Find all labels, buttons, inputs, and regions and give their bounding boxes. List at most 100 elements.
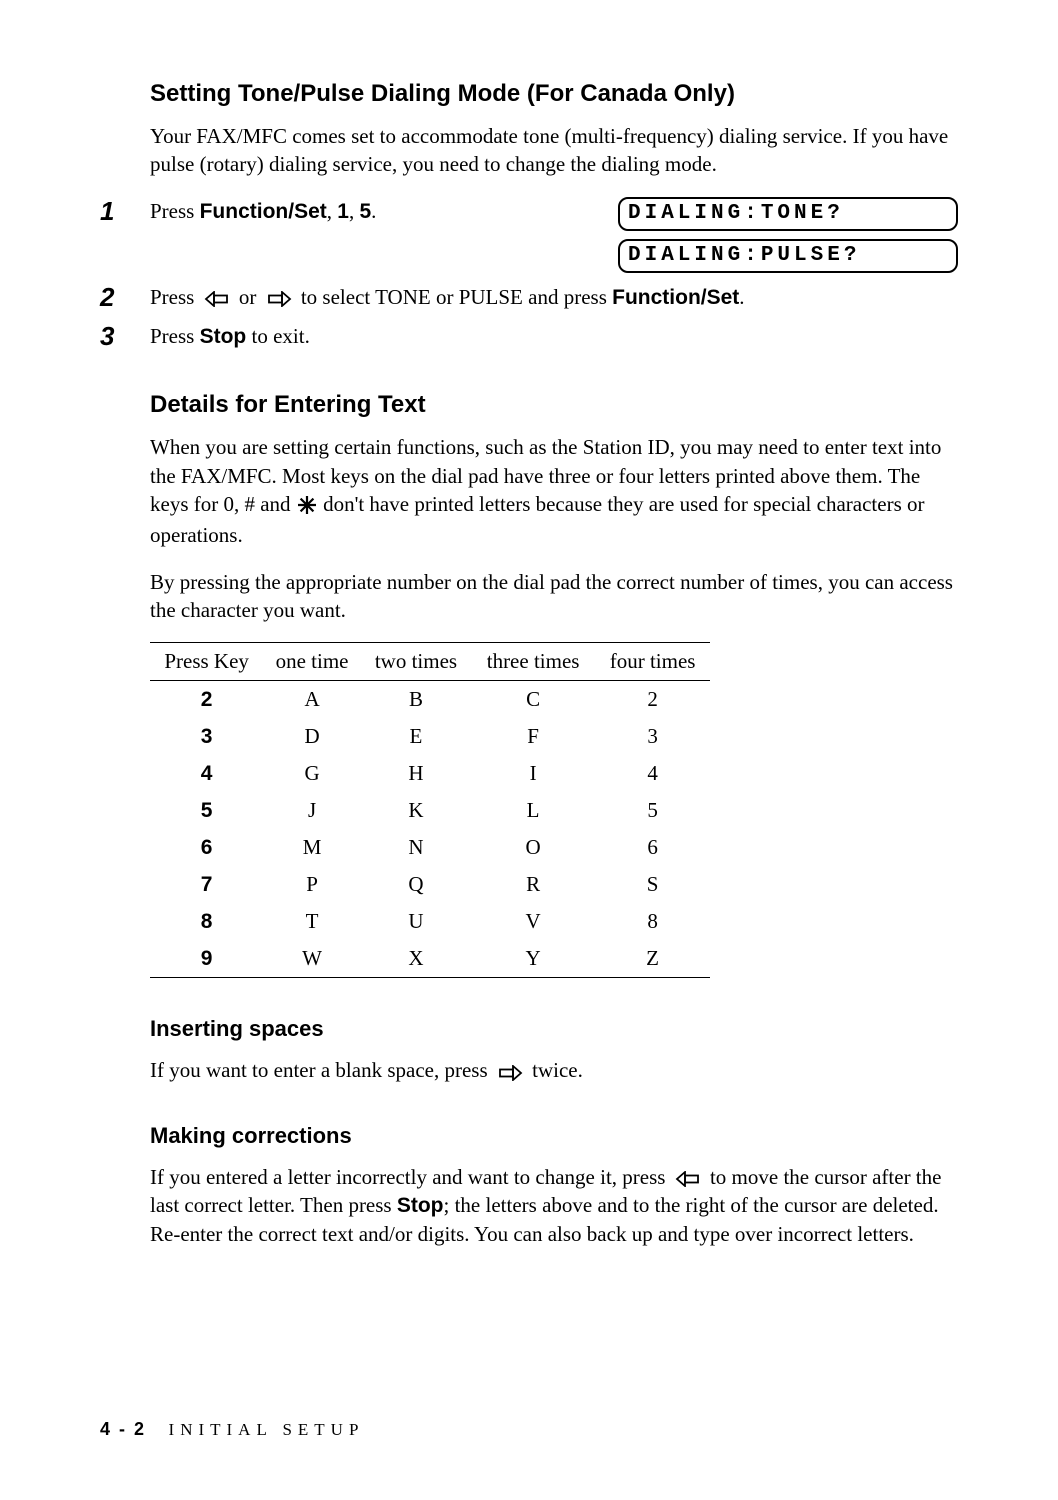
step-1: 1 Press Function/Set, 1, 5. DIALING:TONE… bbox=[100, 197, 958, 273]
table-row: 9WXYZ bbox=[150, 940, 710, 978]
section-making-corrections: Making corrections If you entered a lett… bbox=[150, 1123, 958, 1249]
char-cell: K bbox=[361, 792, 471, 829]
text: . bbox=[739, 285, 744, 309]
char-cell: A bbox=[263, 681, 361, 719]
press-key-cell: 7 bbox=[150, 866, 263, 903]
text: to select TONE or PULSE and press bbox=[301, 285, 612, 309]
step-number: 3 bbox=[100, 322, 150, 351]
section-tone-pulse: Setting Tone/Pulse Dialing Mode (For Can… bbox=[150, 80, 958, 179]
press-key-cell: 9 bbox=[150, 940, 263, 978]
press-key-cell: 6 bbox=[150, 829, 263, 866]
char-cell: B bbox=[361, 681, 471, 719]
text: twice. bbox=[532, 1058, 583, 1082]
char-cell: M bbox=[263, 829, 361, 866]
col-two-times: two times bbox=[361, 643, 471, 681]
char-cell: P bbox=[263, 866, 361, 903]
table-header-row: Press Key one time two times three times… bbox=[150, 643, 710, 681]
page-body: Setting Tone/Pulse Dialing Mode (For Can… bbox=[0, 0, 1058, 1500]
stop-label: Stop bbox=[200, 325, 247, 348]
right-arrow-icon bbox=[497, 1065, 523, 1081]
heading-making-corrections: Making corrections bbox=[150, 1123, 958, 1149]
char-cell: C bbox=[471, 681, 595, 719]
table-row: 3DEF3 bbox=[150, 718, 710, 755]
col-press-key: Press Key bbox=[150, 643, 263, 681]
char-cell: I bbox=[471, 755, 595, 792]
step-number: 2 bbox=[100, 283, 150, 312]
char-cell: G bbox=[263, 755, 361, 792]
char-cell: F bbox=[471, 718, 595, 755]
table-row: 8TUV8 bbox=[150, 903, 710, 940]
text: Press bbox=[150, 324, 200, 348]
table-row: 4GHI4 bbox=[150, 755, 710, 792]
step-3-text: Press Stop to exit. bbox=[150, 322, 958, 351]
text: or bbox=[239, 285, 262, 309]
making-corrections-text: If you entered a letter incorrectly and … bbox=[150, 1163, 958, 1249]
press-key-cell: 3 bbox=[150, 718, 263, 755]
press-key-cell: 4 bbox=[150, 755, 263, 792]
char-cell: Z bbox=[595, 940, 710, 978]
left-arrow-icon bbox=[204, 291, 230, 307]
table-row: 7PQRS bbox=[150, 866, 710, 903]
page-footer: 4 - 2 INITIAL SETUP bbox=[100, 1419, 364, 1440]
col-four-times: four times bbox=[595, 643, 710, 681]
step-2: 2 Press or to select TONE or PULSE and p… bbox=[100, 283, 958, 312]
step-number: 1 bbox=[100, 197, 150, 226]
press-key-cell: 2 bbox=[150, 681, 263, 719]
col-three-times: three times bbox=[471, 643, 595, 681]
text: , bbox=[327, 199, 338, 223]
press-key-cell: 5 bbox=[150, 792, 263, 829]
char-cell: Q bbox=[361, 866, 471, 903]
text: Press bbox=[150, 285, 200, 309]
char-cell: Y bbox=[471, 940, 595, 978]
char-cell: J bbox=[263, 792, 361, 829]
char-cell: 3 bbox=[595, 718, 710, 755]
chapter-title: INITIAL SETUP bbox=[169, 1420, 365, 1439]
lcd-display-tone: DIALING:TONE? bbox=[618, 197, 958, 231]
heading-tone-pulse: Setting Tone/Pulse Dialing Mode (For Can… bbox=[150, 80, 958, 108]
char-cell: U bbox=[361, 903, 471, 940]
text: If you want to enter a blank space, pres… bbox=[150, 1058, 493, 1082]
text: . bbox=[371, 199, 376, 223]
star-icon bbox=[298, 493, 316, 521]
key-1: 1 bbox=[337, 200, 349, 223]
entering-text-para1: When you are setting certain functions, … bbox=[150, 433, 958, 549]
lcd-display-group: DIALING:TONE? DIALING:PULSE? bbox=[618, 197, 958, 273]
key-5: 5 bbox=[359, 200, 371, 223]
stop-label: Stop bbox=[397, 1194, 444, 1217]
char-cell: L bbox=[471, 792, 595, 829]
text: Press bbox=[150, 199, 200, 223]
inserting-spaces-text: If you want to enter a blank space, pres… bbox=[150, 1056, 958, 1084]
char-cell: H bbox=[361, 755, 471, 792]
function-set-label: Function/Set bbox=[200, 200, 327, 223]
steps-list: 1 Press Function/Set, 1, 5. DIALING:TONE… bbox=[100, 197, 958, 352]
function-set-label: Function/Set bbox=[612, 286, 739, 309]
step-3: 3 Press Stop to exit. bbox=[100, 322, 958, 351]
step-1-text: Press Function/Set, 1, 5. bbox=[150, 197, 588, 226]
page-number: 4 - 2 bbox=[100, 1419, 146, 1439]
left-arrow-icon bbox=[675, 1171, 701, 1187]
char-cell: S bbox=[595, 866, 710, 903]
char-cell: X bbox=[361, 940, 471, 978]
char-cell: D bbox=[263, 718, 361, 755]
char-cell: W bbox=[263, 940, 361, 978]
char-cell: 2 bbox=[595, 681, 710, 719]
step-2-text: Press or to select TONE or PULSE and pre… bbox=[150, 283, 958, 312]
press-key-cell: 8 bbox=[150, 903, 263, 940]
text: If you entered a letter incorrectly and … bbox=[150, 1165, 671, 1189]
section-inserting-spaces: Inserting spaces If you want to enter a … bbox=[150, 1016, 958, 1084]
char-cell: O bbox=[471, 829, 595, 866]
right-arrow-icon bbox=[266, 291, 292, 307]
heading-entering-text: Details for Entering Text bbox=[150, 391, 958, 419]
char-cell: N bbox=[361, 829, 471, 866]
section-entering-text: Details for Entering Text When you are s… bbox=[150, 391, 958, 978]
col-one-time: one time bbox=[263, 643, 361, 681]
char-cell: 5 bbox=[595, 792, 710, 829]
table-row: 6MNO6 bbox=[150, 829, 710, 866]
lcd-display-pulse: DIALING:PULSE? bbox=[618, 239, 958, 273]
char-cell: 8 bbox=[595, 903, 710, 940]
keypad-table: Press Key one time two times three times… bbox=[150, 642, 710, 978]
table-row: 2ABC2 bbox=[150, 681, 710, 719]
heading-inserting-spaces: Inserting spaces bbox=[150, 1016, 958, 1042]
text: , bbox=[349, 199, 360, 223]
table-row: 5JKL5 bbox=[150, 792, 710, 829]
